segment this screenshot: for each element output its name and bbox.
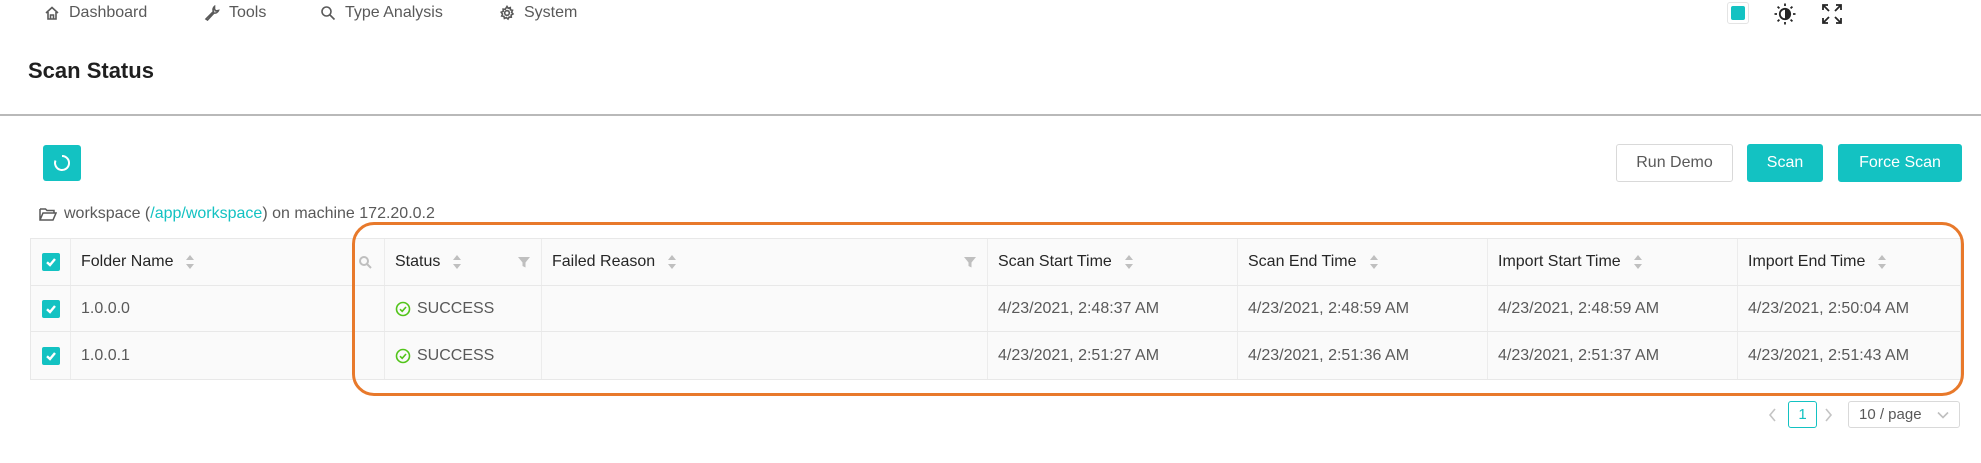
theme-toggle-icon[interactable] bbox=[1772, 1, 1798, 27]
scan-status-table: Folder Name Status Failed Reason Scan St… bbox=[30, 238, 1961, 380]
header-divider bbox=[0, 114, 1981, 116]
cell-scan-start-time: 4/23/2021, 2:51:27 AM bbox=[988, 332, 1238, 379]
scan-button[interactable]: Scan bbox=[1747, 144, 1823, 182]
cell-scan-end-time: 4/23/2021, 2:51:36 AM bbox=[1238, 332, 1488, 379]
workspace-name: workspace bbox=[64, 205, 141, 222]
nav-item-label: Dashboard bbox=[69, 4, 148, 21]
top-navigation: Dashboard Tools Type Analysis System bbox=[0, 0, 1981, 28]
column-search-icon[interactable] bbox=[358, 255, 372, 269]
cell-folder-name: 1.0.0.0 bbox=[71, 286, 385, 331]
column-header-label: Scan End Time bbox=[1248, 253, 1357, 270]
sort-icon[interactable] bbox=[1124, 254, 1134, 270]
theme-color-picker[interactable] bbox=[1727, 2, 1749, 24]
row-select-cell bbox=[31, 332, 71, 379]
pagination-page-1[interactable]: 1 bbox=[1788, 401, 1817, 428]
sort-icon[interactable] bbox=[1877, 254, 1887, 270]
row-checkbox[interactable] bbox=[41, 299, 60, 318]
column-header-failed-reason[interactable]: Failed Reason bbox=[542, 239, 988, 285]
workspace-path-link[interactable]: /app/workspace bbox=[150, 205, 262, 223]
chevron-right-icon bbox=[1824, 408, 1833, 422]
sort-icon[interactable] bbox=[667, 254, 677, 270]
status-text: SUCCESS bbox=[417, 346, 495, 364]
column-header-label: Folder Name bbox=[81, 253, 174, 270]
nav-item-tools[interactable]: Tools bbox=[204, 2, 266, 24]
cell-import-end-time: 4/23/2021, 2:50:04 AM bbox=[1748, 299, 1910, 317]
theme-color-swatch bbox=[1731, 6, 1745, 20]
column-header-label: Status bbox=[395, 253, 441, 270]
column-filter-icon[interactable] bbox=[963, 255, 977, 269]
gear-icon bbox=[499, 5, 515, 21]
home-icon bbox=[44, 5, 60, 21]
status-text: SUCCESS bbox=[417, 299, 495, 317]
column-header-import-end-time[interactable]: Import End Time bbox=[1738, 239, 1960, 285]
column-header-label: Failed Reason bbox=[552, 253, 656, 270]
pagination-prev-button[interactable] bbox=[1762, 403, 1782, 427]
cell-scan-start-time: 4/23/2021, 2:48:37 AM bbox=[988, 286, 1238, 331]
check-circle-icon bbox=[395, 348, 411, 364]
cell-failed-reason bbox=[542, 286, 988, 331]
chevron-left-icon bbox=[1768, 408, 1777, 422]
column-header-label: Import End Time bbox=[1748, 253, 1866, 270]
column-header-scan-start-time[interactable]: Scan Start Time bbox=[988, 239, 1238, 285]
pagination-next-button[interactable] bbox=[1818, 403, 1838, 427]
check-circle-icon bbox=[395, 301, 411, 317]
page-title: Scan Status bbox=[28, 58, 154, 83]
column-header-label: Scan Start Time bbox=[998, 253, 1112, 270]
table-row[interactable]: 1.0.0.1 SUCCESS 4/23/2021, 2:51:27 AM 4/… bbox=[31, 332, 1960, 379]
status-badge: SUCCESS bbox=[395, 300, 494, 318]
status-badge: SUCCESS bbox=[395, 347, 494, 365]
cell-status: SUCCESS bbox=[385, 286, 542, 331]
page-size-select[interactable]: 10 / page bbox=[1848, 401, 1960, 428]
table-header-row: Folder Name Status Failed Reason Scan St… bbox=[31, 239, 1960, 286]
workspace-open-paren: ( bbox=[140, 205, 151, 222]
select-all-checkbox[interactable] bbox=[41, 253, 60, 271]
select-all-cell bbox=[31, 239, 71, 285]
nav-item-dashboard[interactable]: Dashboard bbox=[44, 2, 147, 24]
sort-icon[interactable] bbox=[185, 254, 195, 270]
table-row[interactable]: 1.0.0.0 SUCCESS 4/23/2021, 2:48:37 AM 4/… bbox=[31, 286, 1960, 332]
run-demo-button[interactable]: Run Demo bbox=[1616, 144, 1733, 182]
nav-item-type-analysis[interactable]: Type Analysis bbox=[320, 2, 443, 24]
workspace-info: workspace ( /app/workspace ) on machine … bbox=[39, 203, 435, 225]
workspace-machine: ) on machine 172.20.0.2 bbox=[262, 205, 435, 222]
page-size-value: 10 / page bbox=[1859, 406, 1922, 423]
cell-folder-name: 1.0.0.1 bbox=[71, 332, 385, 379]
sort-icon[interactable] bbox=[1369, 254, 1379, 270]
column-header-status[interactable]: Status bbox=[385, 239, 542, 285]
column-header-folder-name[interactable]: Folder Name bbox=[71, 239, 385, 285]
row-checkbox[interactable] bbox=[41, 346, 60, 365]
cell-failed-reason bbox=[542, 332, 988, 379]
column-header-import-start-time[interactable]: Import Start Time bbox=[1488, 239, 1738, 285]
sort-icon[interactable] bbox=[1633, 254, 1643, 270]
nav-item-label: System bbox=[524, 4, 578, 21]
nav-item-label: Tools bbox=[229, 4, 267, 21]
wrench-icon bbox=[204, 5, 220, 21]
cell-import-start-time: 4/23/2021, 2:48:59 AM bbox=[1488, 286, 1738, 331]
force-scan-button[interactable]: Force Scan bbox=[1838, 144, 1962, 182]
sort-icon[interactable] bbox=[452, 254, 462, 270]
column-filter-icon[interactable] bbox=[517, 255, 531, 269]
cell-status: SUCCESS bbox=[385, 332, 542, 379]
cell-scan-end-time: 4/23/2021, 2:48:59 AM bbox=[1238, 286, 1488, 331]
column-header-scan-end-time[interactable]: Scan End Time bbox=[1238, 239, 1488, 285]
nav-item-system[interactable]: System bbox=[499, 2, 577, 24]
cell-import-end-time: 4/23/2021, 2:51:43 AM bbox=[1748, 346, 1910, 364]
fullscreen-icon[interactable] bbox=[1819, 1, 1845, 27]
search-icon bbox=[320, 5, 336, 21]
row-select-cell bbox=[31, 286, 71, 331]
column-header-label: Import Start Time bbox=[1498, 253, 1621, 270]
cell-import-start-time: 4/23/2021, 2:51:37 AM bbox=[1488, 332, 1738, 379]
nav-item-label: Type Analysis bbox=[345, 4, 443, 21]
